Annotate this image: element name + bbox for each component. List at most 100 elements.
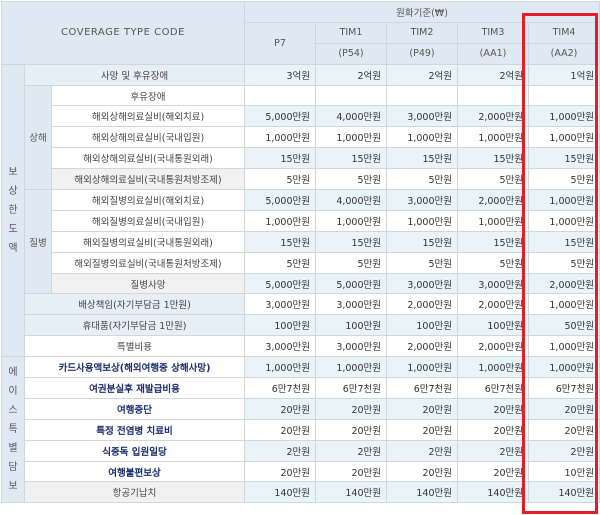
value-cell: 5만원 [244, 168, 317, 191]
value-cell: 2만원 [528, 439, 600, 462]
value-cell: 5만원 [528, 168, 600, 191]
value-cell: 1억원 [528, 63, 600, 86]
value-cell: 1,000만원 [528, 105, 600, 128]
value-cell: 1,000만원 [315, 126, 388, 149]
value-cell: 5만원 [457, 251, 530, 274]
value-cell: 15만원 [315, 230, 388, 253]
value-cell: 2억원 [315, 63, 388, 86]
value-cell: 2,000만원 [528, 272, 600, 295]
value-cell: 140만원 [386, 481, 459, 504]
value-cell: 100만원 [386, 314, 459, 337]
row-label: 항공기납치 [23, 481, 246, 504]
value-cell: 2,000만원 [386, 293, 459, 316]
value-cell: 20만원 [457, 397, 530, 420]
plan-code-tim3: (AA1) [457, 42, 530, 65]
value-cell: 20만원 [457, 460, 530, 483]
value-cell: 1,000만원 [315, 356, 388, 379]
value-cell: 20만원 [244, 418, 317, 441]
table-row: 항공기납치 140만원 140만원 140만원 140만원 140만원 [2, 481, 600, 504]
value-cell: 3,000만원 [386, 189, 459, 211]
coverage-table: COVERAGE TYPE CODE 원화기준(₩) P7 TIM1 TIM2 … [0, 1, 600, 504]
plan-header-p7: P7 [244, 21, 317, 65]
table-row: 상해 후유장애 [2, 84, 600, 191]
value-cell: 20만원 [244, 397, 317, 420]
value-cell: 6만7천원 [457, 377, 530, 399]
value-cell: 10만원 [528, 460, 600, 483]
table-row: 해외상해의료실비(국내입원) 1,000만원 1,000만원 1,000만원 1,000… [2, 126, 600, 149]
value-cell [386, 84, 459, 107]
subgroup-disease: 질병 [24, 189, 52, 295]
value-cell: 3,000만원 [386, 272, 459, 295]
value-cell: 6만7천원 [386, 377, 459, 399]
value-cell [315, 84, 388, 107]
value-cell: 6만7천원 [315, 377, 388, 399]
currency-header: 원화기준(₩) [244, 1, 600, 23]
value-cell: 6만7천원 [244, 377, 317, 399]
value-cell: 2,000만원 [457, 293, 530, 316]
value-cell: 15만원 [528, 147, 600, 170]
group-coverage-limit: 보상한도액 [1, 63, 25, 358]
value-cell [244, 84, 317, 107]
row-label: 여행불편보상 [23, 460, 246, 483]
value-cell: 15만원 [386, 147, 459, 170]
row-label: 해외질병의료실비(국내통원외래) [50, 230, 246, 253]
value-cell: 15만원 [244, 147, 317, 170]
table-row: 질병 해외질병의료실비(해외치료) 5,000만원 4,000만원 3,000만원 2,0… [2, 189, 600, 295]
plan-code-tim2: (P49) [386, 42, 459, 65]
table-row: 특정 전염병 치료비 20만원 20만원 20만원 20만원 20만원 [2, 418, 600, 441]
value-cell: 20만원 [315, 397, 388, 420]
value-cell: 2만원 [386, 439, 459, 462]
row-label: 해외상해의료실비(국내통원처방조제) [50, 168, 246, 191]
value-cell: 5,000만원 [244, 189, 317, 211]
value-cell: 20만원 [315, 460, 388, 483]
value-cell: 20만원 [315, 418, 388, 441]
value-cell: 5만원 [386, 168, 459, 191]
value-cell: 5,000만원 [244, 105, 317, 128]
value-cell: 15만원 [457, 230, 530, 253]
value-cell: 5만원 [315, 251, 388, 274]
row-label: 카드사용액보상(해외여행중 상해사망) [23, 356, 246, 379]
value-cell: 3,000만원 [244, 293, 317, 316]
table-row: 여행중단 20만원 20만원 20만원 20만원 20만원 [2, 397, 600, 420]
row-label: 특정 전염병 치료비 [23, 418, 246, 441]
table-row: 보 상 한 도 액 사망 및 후유장애 3억원 2억원 2억원 2억원 1억원 [1, 63, 600, 358]
value-cell: 1,000만원 [457, 126, 530, 149]
group-label: 에이스특별담보 [8, 367, 18, 493]
value-cell [528, 84, 600, 107]
value-cell: 5,000만원 [244, 272, 317, 295]
value-cell: 1,000만원 [386, 209, 459, 232]
value-cell: 15만원 [386, 230, 459, 253]
value-cell: 1,000만원 [315, 209, 388, 232]
value-cell: 3,000만원 [386, 105, 459, 128]
row-label: 해외질병의료실비(해외치료) [50, 189, 246, 211]
value-cell: 2만원 [315, 439, 388, 462]
value-cell: 1,000만원 [457, 209, 530, 232]
row-label: 해외상해의료실비(국내입원) [50, 126, 246, 149]
table-row: 배상책임(자기부담금 1만원) 3,000만원 3,000만원 2,000만원 2,00… [2, 293, 600, 316]
value-cell: 4,000만원 [315, 105, 388, 128]
table-row: 해외질병의료실비(국내입원) 1,000만원 1,000만원 1,000만원 1,000… [2, 209, 600, 232]
value-cell: 2만원 [244, 439, 317, 462]
value-cell [457, 84, 530, 107]
value-cell: 1,000만원 [528, 209, 600, 232]
value-cell: 15만원 [315, 147, 388, 170]
value-cell: 3,000만원 [315, 293, 388, 316]
row-label: 배상책임(자기부담금 1만원) [23, 293, 246, 316]
value-cell: 2,000만원 [457, 335, 530, 358]
value-cell: 3,000만원 [244, 335, 317, 358]
coverage-table-container: COVERAGE TYPE CODE 원화기준(₩) P7 TIM1 TIM2 … [0, 0, 600, 515]
plan-header-tim1: TIM1 [315, 21, 388, 44]
table-row: 에 이 스 특 별 담 보 카드사용액보상(해외여행중 상해사망) 1,000만원 1,000만원… [1, 356, 600, 504]
value-cell: 1,000만원 [244, 209, 317, 232]
row-label: 질병사망 [50, 272, 246, 295]
value-cell: 50만원 [528, 314, 600, 337]
value-cell: 15만원 [244, 230, 317, 253]
value-cell: 1,000만원 [528, 126, 600, 149]
row-label: 여권분실후 재발급비용 [23, 377, 246, 399]
value-cell: 100만원 [315, 314, 388, 337]
value-cell: 4,000만원 [315, 189, 388, 211]
value-cell: 100만원 [457, 314, 530, 337]
value-cell: 15만원 [457, 147, 530, 170]
value-cell: 1,000만원 [528, 356, 600, 379]
row-label: 식중독 입원일당 [23, 439, 246, 462]
